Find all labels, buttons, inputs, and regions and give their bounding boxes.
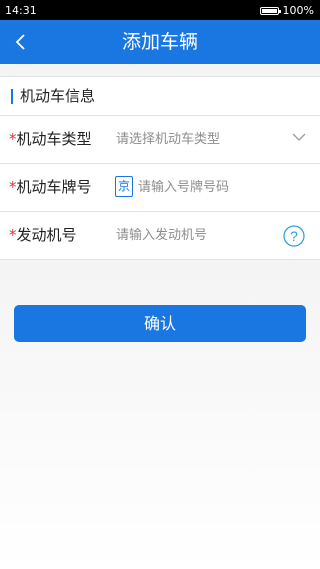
plate-number-label: *机动车牌号: [9, 164, 92, 211]
help-icon-glyph: ?: [290, 228, 298, 244]
plate-number-label-text: 机动车牌号: [16, 178, 92, 196]
page-title: 添加车辆: [121, 31, 198, 53]
app-header: 添加车辆: [0, 20, 320, 64]
engine-number-label-text: 发动机号: [16, 226, 77, 244]
vehicle-type-select[interactable]: 请选择机动车类型: [116, 116, 220, 163]
engine-number-input[interactable]: 请输入发动机号: [116, 212, 207, 259]
battery-text: 100%: [282, 4, 314, 17]
status-time: 14:31: [5, 4, 37, 17]
vehicle-type-label: *机动车类型: [9, 116, 92, 163]
required-mark: *: [9, 178, 17, 196]
battery-level: [261, 8, 277, 13]
required-mark: *: [9, 226, 17, 244]
confirm-button[interactable]: 确认: [14, 305, 306, 342]
engine-number-row: *发动机号 请输入发动机号 ?: [0, 212, 320, 260]
chevron-down-icon: [292, 133, 306, 141]
plate-number-input[interactable]: 请输入号牌号码: [138, 164, 229, 211]
section-accent-bar: [11, 89, 13, 104]
engine-number-label: *发动机号: [9, 212, 77, 259]
section-header: 机动车信息: [0, 76, 320, 116]
status-right: 100%: [259, 4, 314, 17]
vehicle-type-row[interactable]: *机动车类型 请选择机动车类型: [0, 116, 320, 164]
plate-prefix-selector[interactable]: 京: [115, 176, 133, 197]
plate-number-row: *机动车牌号 京 请输入号牌号码: [0, 164, 320, 212]
required-mark: *: [9, 130, 17, 148]
battery-icon: [259, 6, 281, 15]
status-bar: 14:31 100%: [0, 0, 320, 20]
section-title: 机动车信息: [20, 87, 96, 105]
question-circle-icon[interactable]: ?: [283, 225, 305, 247]
vehicle-type-label-text: 机动车类型: [16, 130, 92, 148]
